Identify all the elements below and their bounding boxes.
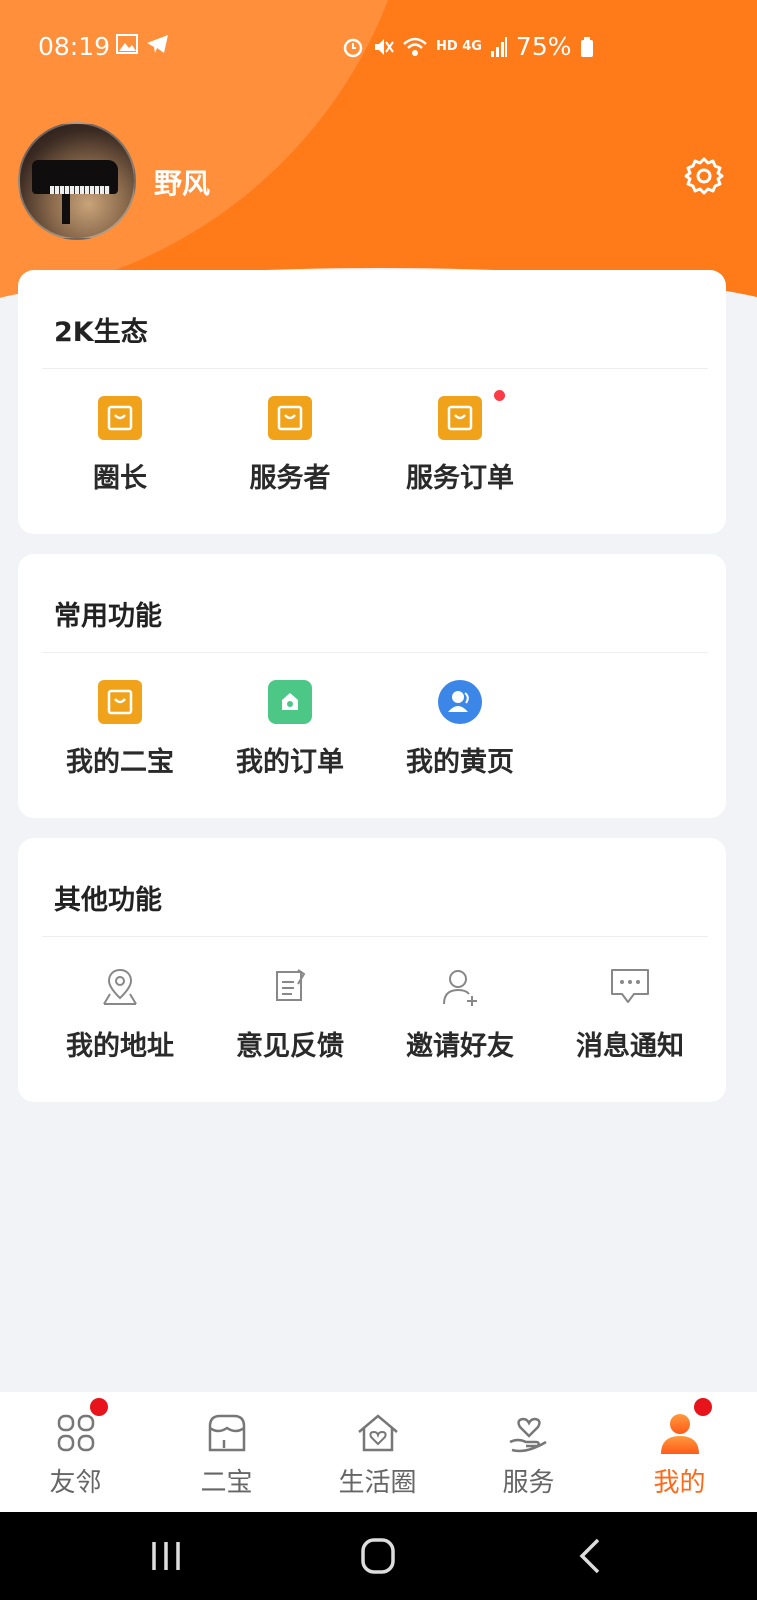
other-item-label: 邀请好友 [406,1031,514,1062]
shop-icon [208,1414,246,1452]
mute-icon [375,38,394,55]
battery-percent: 75% [515,32,572,61]
bag-icon [438,396,482,440]
back-icon[interactable] [560,1534,620,1578]
card-other: 其他功能 我的地址 意见反馈 邀请好友 消息通知 [18,838,726,1102]
image-icon [116,34,138,54]
status-bar: 08:19 HD 4G 75% [0,28,757,68]
person-icon [661,1414,699,1454]
home-order-icon [268,680,312,724]
feedback-icon [276,969,306,1001]
telegram-icon [147,35,168,53]
house-heart-icon [358,1414,398,1452]
message-icon [611,969,649,1003]
profile-header: 野风 [18,122,738,240]
card-other-title: 其他功能 [54,885,162,916]
contacts-icon [438,680,482,724]
notification-dot [694,1398,712,1416]
avatar-piano-leg [62,194,70,224]
card-eco: 2K生态 圈长 服务者 服务订单 [18,270,726,534]
notification-dot [90,1398,108,1416]
other-item-label: 意见反馈 [236,1031,344,1062]
status-time: 08:19 [38,32,111,61]
hand-heart-icon [509,1417,547,1453]
tab-secondhand[interactable]: 二宝 [151,1392,302,1512]
bag-icon [98,396,142,440]
notification-badge [494,390,505,401]
battery-icon [580,36,593,57]
tab-neighbors[interactable]: 友邻 [0,1392,151,1512]
common-item-label: 我的二宝 [66,747,174,778]
gear-icon[interactable] [684,156,724,196]
alarm-icon [343,38,363,57]
bag-icon [268,396,312,440]
tab-label: 我的 [653,1468,706,1498]
card-common: 常用功能 我的二宝 我的订单 我的黄页 [18,554,726,818]
add-user-icon [443,970,477,1006]
other-item-my-address[interactable]: 我的地址 [36,936,204,1062]
eco-item-service-provider[interactable]: 服务者 [206,368,374,494]
tab-label: 友邻 [49,1468,102,1498]
common-item-label: 我的黄页 [406,747,514,778]
home-button-icon[interactable] [348,1534,408,1578]
common-item-my-secondhand[interactable]: 我的二宝 [36,652,204,778]
network-label: HD 4G [436,39,482,54]
avatar-piano-keys [50,186,110,194]
eco-item-label: 服务者 [249,463,331,494]
status-right: HD 4G 75% [342,32,594,61]
eco-item-service-orders[interactable]: 服务订单 [376,368,544,494]
tab-services[interactable]: 服务 [453,1392,604,1512]
bottom-tab-bar: 友邻 二宝 生活圈 服务 我的 [0,1392,757,1512]
eco-item-circle-leader[interactable]: 圈长 [36,368,204,494]
signal-icon [490,36,507,57]
tab-mine[interactable]: 我的 [604,1392,755,1512]
other-item-feedback[interactable]: 意见反馈 [206,936,374,1062]
other-item-label: 我的地址 [66,1031,174,1062]
tab-label: 二宝 [200,1468,253,1498]
avatar[interactable] [18,122,136,240]
common-item-my-orders[interactable]: 我的订单 [206,652,374,778]
eco-item-label: 圈长 [93,463,147,494]
tab-label: 生活圈 [338,1468,417,1498]
common-item-label: 我的订单 [236,747,344,778]
other-item-notifications[interactable]: 消息通知 [546,936,714,1062]
card-eco-title: 2K生态 [54,317,148,348]
eco-item-label: 服务订单 [406,463,514,494]
other-item-label: 消息通知 [576,1031,684,1062]
bag-icon [98,680,142,724]
system-nav-bar [0,1512,757,1600]
common-item-yellow-pages[interactable]: 我的黄页 [376,652,544,778]
other-item-invite-friends[interactable]: 邀请好友 [376,936,544,1062]
recent-apps-icon[interactable] [136,1534,196,1578]
wifi-icon [403,37,427,56]
username[interactable]: 野风 [154,162,210,202]
location-icon [103,968,137,1005]
card-common-title: 常用功能 [54,601,162,632]
tab-label: 服务 [502,1468,555,1498]
grid-icon [57,1414,95,1452]
tab-life-circle[interactable]: 生活圈 [302,1392,453,1512]
